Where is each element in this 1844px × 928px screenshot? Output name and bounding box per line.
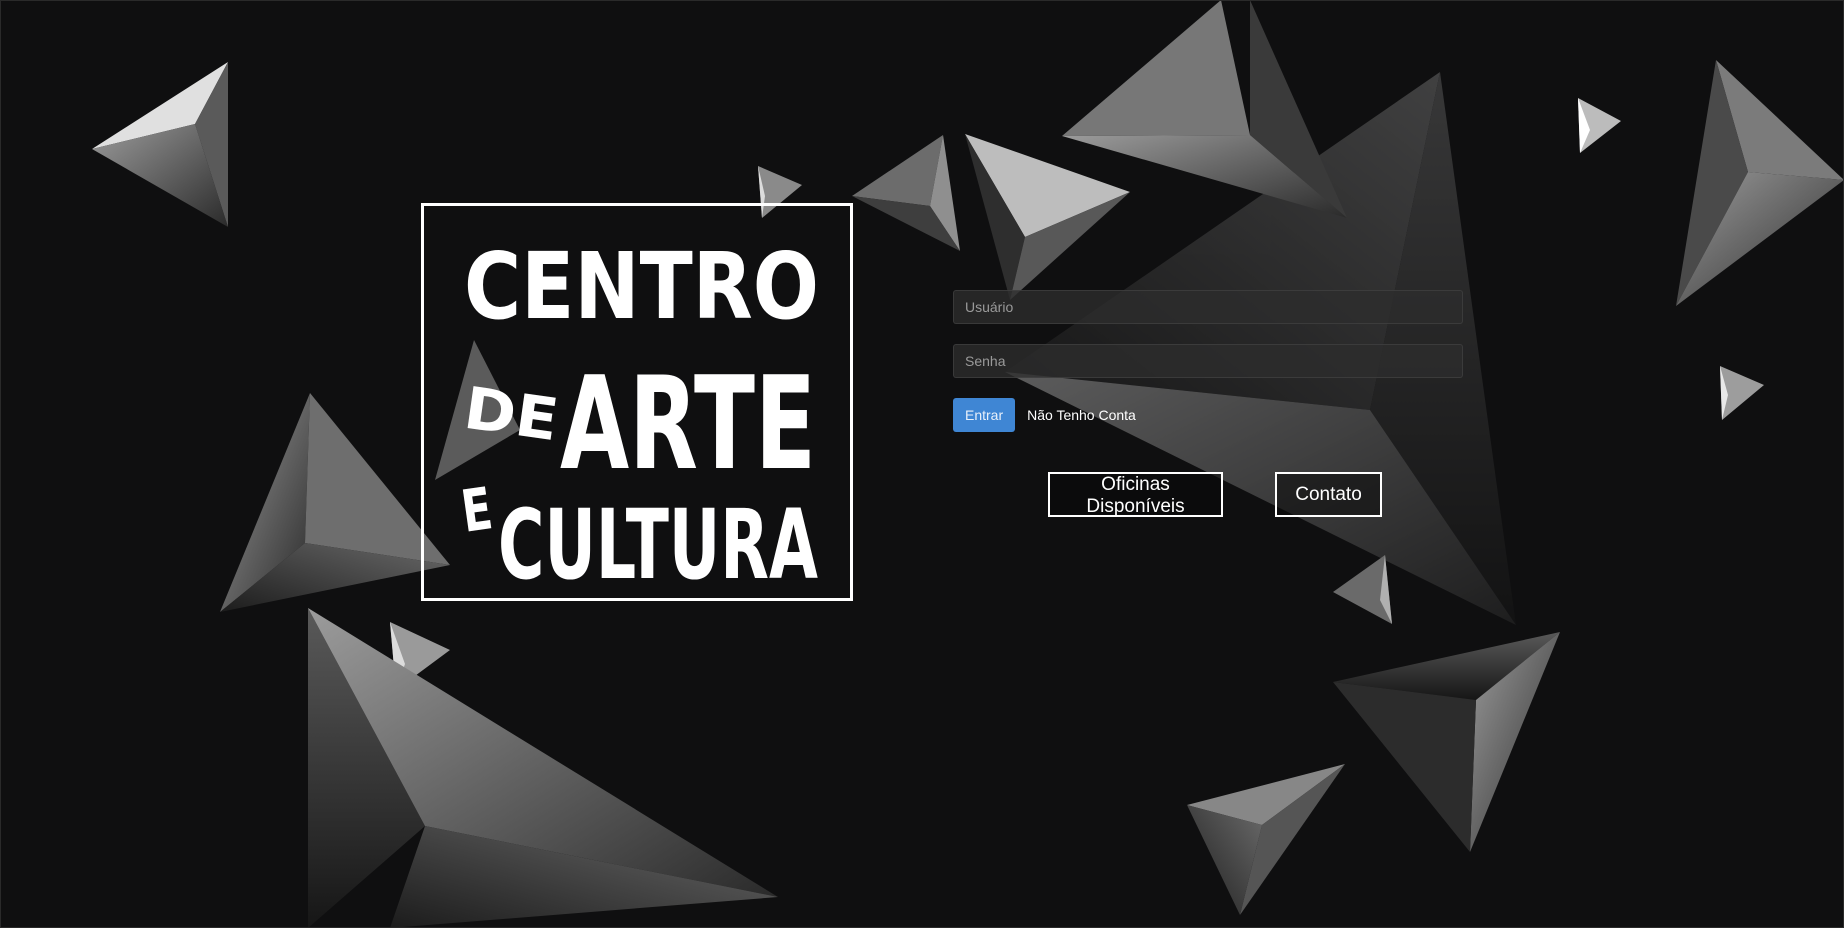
logo: CENTRO DE ARTE E CULTURA — [421, 203, 853, 601]
no-account-link[interactable]: Não Tenho Conta — [1027, 407, 1136, 423]
password-input[interactable] — [953, 344, 1463, 378]
available-workshops-button[interactable]: Oficinas Disponíveis — [1048, 472, 1223, 517]
logo-line1: CENTRO — [464, 233, 819, 340]
logo-line2-big: ARTE — [560, 350, 816, 499]
login-actions: Entrar Não Tenho Conta — [953, 398, 1463, 432]
logo-line3-small: E — [457, 474, 496, 546]
logo-line2-small: DE — [460, 374, 563, 454]
logo-line3-big: CULTURA — [498, 489, 818, 598]
contact-button[interactable]: Contato — [1275, 472, 1382, 517]
logo-artwork: CENTRO DE ARTE E CULTURA — [457, 233, 819, 598]
username-input[interactable] — [953, 290, 1463, 324]
login-button[interactable]: Entrar — [953, 398, 1016, 432]
background-pyramids-decoration — [92, 0, 1844, 928]
login-form: Entrar Não Tenho Conta — [953, 290, 1463, 432]
